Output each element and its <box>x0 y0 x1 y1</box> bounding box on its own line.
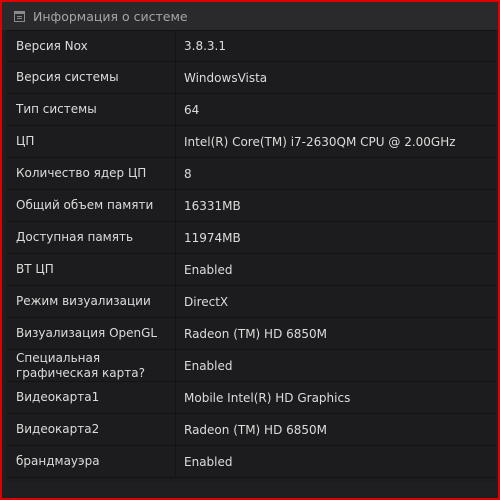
info-label: Тип системы <box>6 94 176 125</box>
system-info-table: Версия Nox 3.8.3.1 Версия системы WindowsVi… <box>6 30 496 482</box>
window-title: Информация о системе <box>33 9 188 24</box>
info-row: Количество ядер ЦП 8 <box>6 158 496 190</box>
info-value: WindowsVista <box>184 70 268 85</box>
system-info-window: Информация о системе Версия Nox 3.8.3.1 Ве… <box>2 2 498 498</box>
info-row: Версия Nox 3.8.3.1 <box>6 30 496 62</box>
info-label: Видеокарта2 <box>6 414 176 445</box>
info-label: Версия Nox <box>6 31 176 61</box>
info-list-icon <box>14 11 25 22</box>
info-row: Доступная память 11974MB <box>6 222 496 254</box>
info-value: Radeon (TM) HD 6850M <box>184 422 328 437</box>
info-value: 11974MB <box>184 230 241 245</box>
info-label: Общий объем памяти <box>6 190 176 221</box>
info-row: брандмауэра Enabled <box>6 446 496 478</box>
info-label: Видеокарта1 <box>6 382 176 413</box>
info-label: Режим визуализации <box>6 286 176 317</box>
info-row: ВТ ЦП Enabled <box>6 254 496 286</box>
info-row: Режим визуализации DirectX <box>6 286 496 318</box>
info-row: Специальная графическая карта? Enabled <box>6 350 496 382</box>
info-value: Enabled <box>184 358 233 373</box>
info-row: Видеокарта1 Mobile Intel(R) HD Graphics <box>6 382 496 414</box>
info-row: Тип системы 64 <box>6 94 496 126</box>
info-row: Видеокарта2 Radeon (TM) HD 6850M <box>6 414 496 446</box>
info-value: Enabled <box>184 262 233 277</box>
info-label: Количество ядер ЦП <box>6 158 176 189</box>
info-row: Версия системы WindowsVista <box>6 62 496 94</box>
info-row: Общий объем памяти 16331MB <box>6 190 496 222</box>
info-value: DirectX <box>184 294 229 309</box>
info-value: Radeon (TM) HD 6850M <box>184 326 328 341</box>
info-value: Enabled <box>184 454 233 469</box>
info-value: Mobile Intel(R) HD Graphics <box>184 390 351 405</box>
info-label: Визуализация OpenGL <box>6 318 176 349</box>
info-label: брандмауэра <box>6 446 176 477</box>
info-row: Визуализация OpenGL Radeon (TM) HD 6850M <box>6 318 496 350</box>
info-label: Доступная память <box>6 222 176 253</box>
info-value: Intel(R) Core(TM) i7-2630QM CPU @ 2.00GH… <box>184 134 456 149</box>
info-row: ЦП Intel(R) Core(TM) i7-2630QM CPU @ 2.00… <box>6 126 496 158</box>
info-value: 64 <box>184 102 200 117</box>
info-value: 8 <box>184 166 192 181</box>
info-label: ЦП <box>6 126 176 157</box>
title-bar: Информация о системе <box>2 2 498 30</box>
info-label: Специальная графическая карта? <box>6 350 176 381</box>
info-value: 16331MB <box>184 198 241 213</box>
info-label: Версия системы <box>6 62 176 93</box>
info-label: ВТ ЦП <box>6 254 176 285</box>
info-value: 3.8.3.1 <box>184 39 226 53</box>
